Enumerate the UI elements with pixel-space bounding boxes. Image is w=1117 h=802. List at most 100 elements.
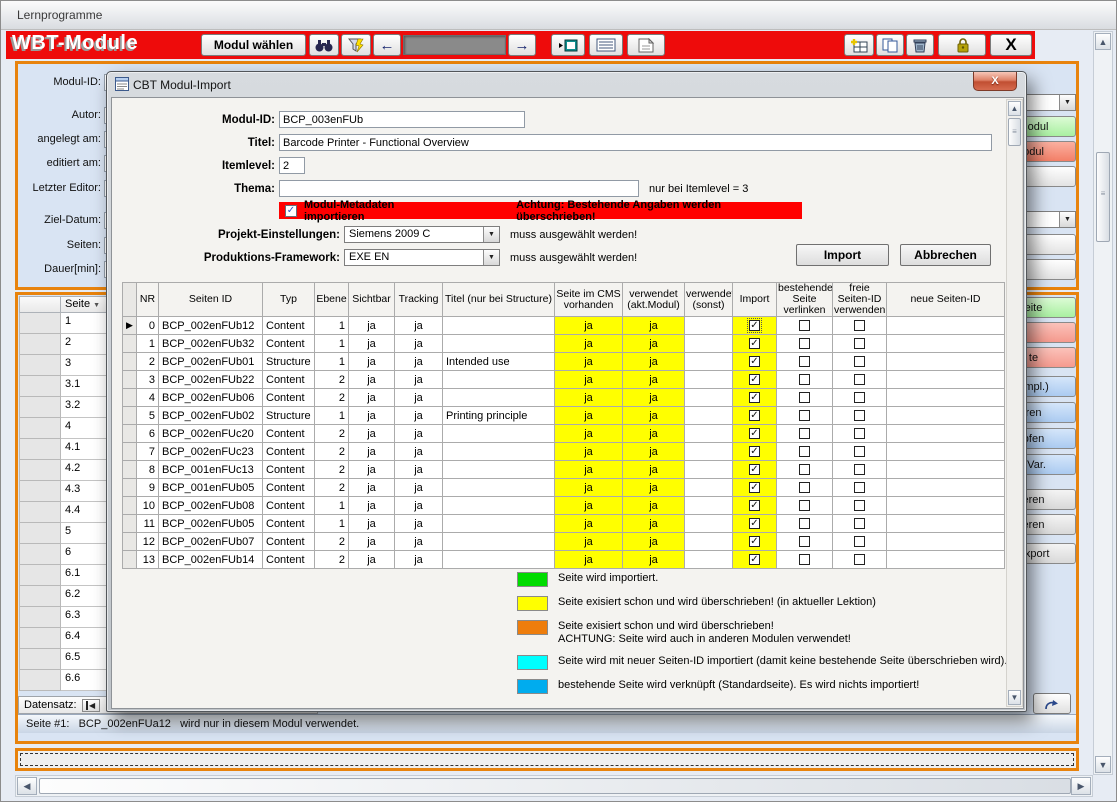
row-selector[interactable] [19, 418, 61, 439]
hscroll-thumb[interactable] [39, 778, 1071, 794]
verlinken-checkbox[interactable] [799, 554, 810, 565]
table-row[interactable]: ▶0BCP_002enFUb12Content1jajajaja✓ [123, 317, 1005, 335]
scroll-right-button[interactable]: ▶ [1071, 777, 1091, 795]
row-selector[interactable] [123, 407, 137, 425]
chevron-down-icon[interactable]: ▼ [1059, 95, 1075, 110]
row-selector[interactable] [123, 479, 137, 497]
verlinken-checkbox[interactable] [799, 536, 810, 547]
import-checkbox[interactable]: ✓ [749, 428, 760, 439]
main-horizontal-scrollbar[interactable]: ◀ ▶ [15, 775, 1093, 797]
import-checkbox[interactable]: ✓ [749, 356, 760, 367]
row-selector[interactable] [19, 607, 61, 628]
table-row[interactable]: 10BCP_002enFUb08Content1jajajaja✓ [123, 497, 1005, 515]
freie-id-checkbox[interactable] [854, 464, 865, 475]
verlinken-checkbox[interactable] [799, 356, 810, 367]
freie-id-checkbox[interactable] [854, 518, 865, 529]
verlinken-checkbox[interactable] [799, 374, 810, 385]
table-row[interactable]: 3BCP_002enFUb22Content2jajajaja✓ [123, 371, 1005, 389]
verlinken-checkbox[interactable] [799, 446, 810, 457]
table-row[interactable]: 8BCP_001enFUc13Content2jajajaja✓ [123, 461, 1005, 479]
dialog-close-button[interactable]: X [973, 72, 1017, 91]
chevron-down-icon[interactable]: ▼ [1059, 212, 1075, 227]
row-selector[interactable] [19, 565, 61, 586]
verlinken-checkbox[interactable] [799, 428, 810, 439]
dialog-scroll-up-button[interactable]: ▲ [1008, 101, 1021, 116]
row-selector[interactable] [123, 353, 137, 371]
row-selector[interactable] [19, 334, 61, 355]
table-row[interactable]: 7BCP_002enFUc23Content2jajajaja✓ [123, 443, 1005, 461]
verlinken-checkbox[interactable] [799, 500, 810, 511]
import-checkbox[interactable]: ✓ [749, 392, 760, 403]
freie-id-checkbox[interactable] [854, 410, 865, 421]
table-row[interactable]: 9BCP_001enFUb05Content2jajajaja✓ [123, 479, 1005, 497]
row-selector[interactable] [19, 460, 61, 481]
row-selector[interactable] [123, 497, 137, 515]
row-selector[interactable] [123, 371, 137, 389]
row-selector[interactable]: ▶ [123, 317, 137, 335]
freie-id-checkbox[interactable] [854, 320, 865, 331]
import-checkbox[interactable]: ✓ [749, 482, 760, 493]
freie-id-checkbox[interactable] [854, 338, 865, 349]
itemlevel-input[interactable] [279, 157, 305, 174]
import-checkbox[interactable]: ✓ [749, 554, 760, 565]
freie-id-checkbox[interactable] [854, 392, 865, 403]
import-checkbox[interactable]: ✓ [749, 536, 760, 547]
nav-left-button[interactable]: ← [373, 34, 401, 56]
row-selector[interactable] [19, 355, 61, 376]
chevron-down-icon[interactable]: ▼ [483, 227, 499, 242]
modul-id-input[interactable] [279, 111, 525, 128]
row-selector[interactable] [19, 670, 61, 691]
import-checkbox[interactable]: ✓ [749, 500, 760, 511]
scroll-up-button[interactable]: ▲ [1095, 33, 1111, 50]
dialog-vscroll-thumb[interactable]: ≡ [1008, 118, 1021, 146]
row-selector[interactable] [19, 523, 61, 544]
freie-id-checkbox[interactable] [854, 554, 865, 565]
row-selector[interactable] [123, 515, 137, 533]
lock-button[interactable] [938, 34, 986, 56]
thema-input[interactable] [279, 180, 639, 197]
page-view-button[interactable] [627, 34, 665, 56]
import-checkbox[interactable]: ✓ [749, 446, 760, 457]
chevron-down-icon[interactable]: ▼ [483, 250, 499, 265]
vscroll-thumb[interactable]: ≡ [1096, 152, 1110, 242]
dialog-vertical-scrollbar[interactable]: ▲ ≡ ▼ [1006, 99, 1023, 707]
titel-input[interactable] [279, 134, 992, 151]
table-row[interactable]: 11BCP_002enFUb05Content1jajajaja✓ [123, 515, 1005, 533]
table-row[interactable]: 12BCP_002enFUb07Content2jajajaja✓ [123, 533, 1005, 551]
verlinken-checkbox[interactable] [799, 338, 810, 349]
import-checkbox[interactable]: ✓ [749, 464, 760, 475]
projekt-combobox[interactable]: Siemens 2009 C ▼ [344, 226, 500, 243]
verlinken-checkbox[interactable] [799, 392, 810, 403]
import-checkbox[interactable]: ✓ [749, 374, 760, 385]
freie-id-checkbox[interactable] [854, 446, 865, 457]
row-selector[interactable] [19, 376, 61, 397]
framework-combobox[interactable]: EXE EN ▼ [344, 249, 500, 266]
row-selector[interactable] [19, 502, 61, 523]
row-selector[interactable] [123, 533, 137, 551]
row-selector[interactable] [123, 461, 137, 479]
nav-right-button[interactable]: → [508, 34, 536, 56]
row-selector[interactable] [19, 397, 61, 418]
row-selector[interactable] [19, 544, 61, 565]
scroll-down-button[interactable]: ▼ [1095, 756, 1111, 773]
metadata-import-checkbox[interactable]: ✓ [285, 205, 297, 217]
row-selector[interactable] [19, 649, 61, 670]
pages-col-seite[interactable]: Seite ▼ [61, 296, 107, 313]
table-row[interactable]: 2BCP_002enFUb01Structure1jajaIntended us… [123, 353, 1005, 371]
modul-waehlen-button[interactable]: Modul wählen [201, 34, 306, 56]
freie-id-checkbox[interactable] [854, 374, 865, 385]
freie-id-checkbox[interactable] [854, 482, 865, 493]
open-module-button[interactable] [551, 34, 585, 56]
table-row[interactable]: 13BCP_002enFUb14Content2jajajaja✓ [123, 551, 1005, 569]
filter-button[interactable] [341, 34, 371, 56]
row-selector[interactable] [123, 443, 137, 461]
row-selector[interactable] [19, 313, 61, 334]
row-selector[interactable] [19, 628, 61, 649]
import-checkbox[interactable]: ✓ [749, 320, 760, 331]
freie-id-checkbox[interactable] [854, 428, 865, 439]
verlinken-checkbox[interactable] [799, 320, 810, 331]
copy-button[interactable] [876, 34, 904, 56]
dialog-scroll-down-button[interactable]: ▼ [1008, 690, 1021, 705]
verlinken-checkbox[interactable] [799, 518, 810, 529]
abbrechen-button[interactable]: Abbrechen [900, 244, 991, 266]
